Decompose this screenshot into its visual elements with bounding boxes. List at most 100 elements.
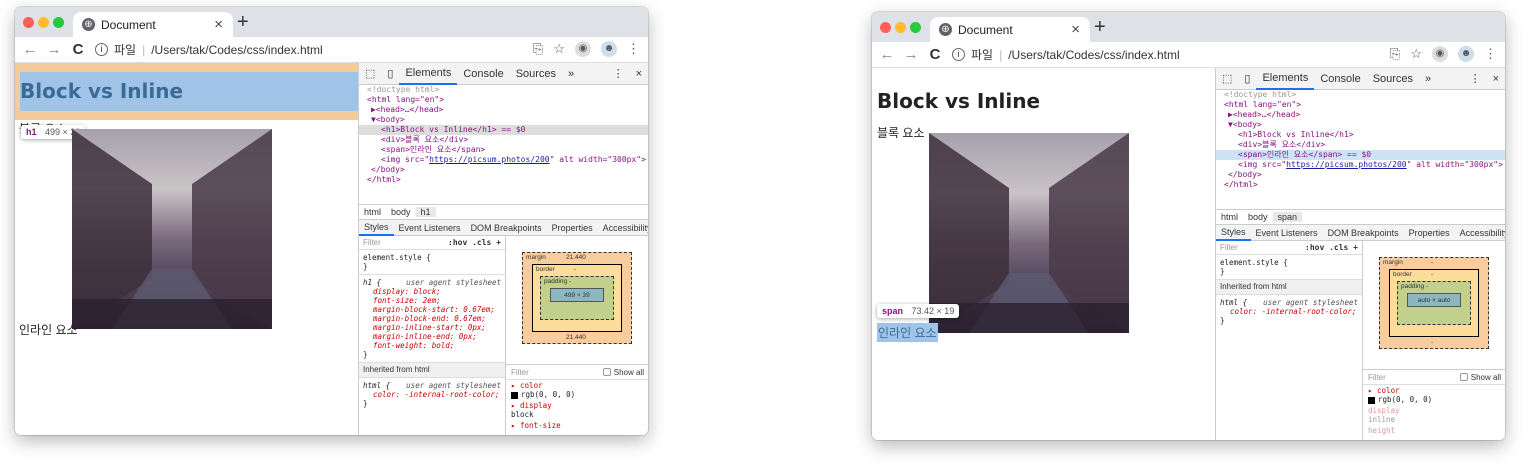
crumb-body[interactable]: body	[386, 207, 416, 217]
tab-properties[interactable]: Properties	[1404, 228, 1455, 238]
dom-node-selected[interactable]: <span>인라인 요소</span> == $0	[1216, 150, 1505, 160]
close-tab-icon[interactable]: ×	[1071, 21, 1080, 38]
maximize-window-button[interactable]	[53, 17, 64, 28]
dom-node-selected[interactable]: <h1>Block vs Inline</h1> == $0	[359, 125, 648, 135]
dom-node[interactable]: ▶<head>…</head>	[1216, 110, 1505, 120]
dom-node[interactable]: </html>	[1216, 180, 1505, 190]
more-tabs-button[interactable]: »	[562, 68, 580, 80]
profile-avatar-icon[interactable]: ☻	[601, 41, 617, 57]
bookmark-star-icon[interactable]: ☆	[1410, 46, 1422, 62]
extension-icon[interactable]: ◉	[1432, 46, 1448, 62]
styles-filter[interactable]: Filter:hov .cls +	[359, 236, 505, 250]
browser-tab[interactable]: ⊕ Document ×	[73, 12, 233, 37]
menu-kebab-icon[interactable]: ⋮	[627, 41, 640, 57]
forward-arrow-icon[interactable]: →	[902, 46, 920, 63]
tab-sources[interactable]: Sources	[510, 68, 562, 80]
dom-node[interactable]: <html lang="en">	[1216, 100, 1505, 110]
tab-styles[interactable]: Styles	[359, 220, 394, 236]
tab-properties[interactable]: Properties	[547, 223, 598, 233]
device-toggle-icon[interactable]: ▯	[381, 67, 399, 80]
minimize-window-button[interactable]	[38, 17, 49, 28]
dom-node[interactable]: <!doctype html>	[1216, 90, 1505, 100]
translate-icon[interactable]: ⎘	[533, 41, 543, 57]
crumb-html[interactable]: html	[1216, 212, 1243, 222]
dom-node[interactable]: ▶<head>…</head>	[359, 105, 648, 115]
show-all-checkbox[interactable]: Show all	[1459, 373, 1501, 382]
minimize-window-button[interactable]	[895, 22, 906, 33]
dom-node[interactable]: <html lang="en">	[359, 95, 648, 105]
crumb-span[interactable]: span	[1272, 212, 1303, 222]
dom-node[interactable]: ▼<body>	[1216, 120, 1505, 130]
computed-prop[interactable]: ▸ font-size	[506, 420, 648, 431]
dom-node[interactable]: <div>블록 요소</div>	[359, 135, 648, 145]
tab-accessibility[interactable]: Accessibility	[1455, 228, 1505, 238]
browser-tab[interactable]: ⊕ Document ×	[930, 17, 1090, 42]
info-icon[interactable]: i	[952, 48, 965, 61]
hov-cls-buttons[interactable]: :hov .cls +	[1305, 243, 1358, 253]
maximize-window-button[interactable]	[910, 22, 921, 33]
back-arrow-icon[interactable]: ←	[878, 46, 896, 63]
close-tab-icon[interactable]: ×	[214, 16, 223, 33]
address-bar[interactable]: i 파일 | /Users/tak/Codes/css/index.html	[952, 46, 1180, 63]
computed-prop[interactable]: ▸ display block	[506, 400, 648, 420]
dom-node[interactable]: </html>	[359, 175, 648, 185]
dom-node[interactable]: <div>블록 요소</div>	[1216, 140, 1505, 150]
styles-filter[interactable]: Filter:hov .cls +	[1216, 241, 1362, 255]
tab-sources[interactable]: Sources	[1367, 73, 1419, 85]
devtools-close-icon[interactable]: ×	[630, 68, 648, 80]
computed-prop[interactable]: ▸ color rgb(0, 0, 0)	[506, 380, 648, 400]
inspect-element-icon[interactable]: ⬚	[1216, 72, 1238, 85]
show-all-checkbox[interactable]: Show all	[602, 368, 644, 377]
img-src-link[interactable]: https://picsum.photos/200	[1286, 160, 1406, 169]
reload-icon[interactable]: C	[926, 46, 944, 63]
extension-icon[interactable]: ◉	[575, 41, 591, 57]
close-window-button[interactable]	[23, 17, 34, 28]
device-toggle-icon[interactable]: ▯	[1238, 72, 1256, 85]
dom-node[interactable]: ▼<body>	[359, 115, 648, 125]
dom-node[interactable]: </body>	[359, 165, 648, 175]
devtools-close-icon[interactable]: ×	[1487, 73, 1505, 85]
translate-icon[interactable]: ⎘	[1390, 46, 1400, 62]
tab-dom-breakpoints[interactable]: DOM Breakpoints	[1323, 228, 1404, 238]
computed-prop[interactable]: ▸ color rgb(0, 0, 0)	[1363, 385, 1505, 405]
tab-event-listeners[interactable]: Event Listeners	[1251, 228, 1323, 238]
devtools-menu-icon[interactable]: ⋮	[1464, 72, 1487, 85]
computed-filter[interactable]: Filter Show all	[506, 364, 648, 380]
new-tab-button[interactable]: +	[1094, 16, 1106, 39]
new-tab-button[interactable]: +	[237, 11, 249, 34]
dom-node-img[interactable]: <img src="https://picsum.photos/200" alt…	[359, 155, 648, 165]
dom-node[interactable]: </body>	[1216, 170, 1505, 180]
tab-event-listeners[interactable]: Event Listeners	[394, 223, 466, 233]
tab-elements[interactable]: Elements	[1256, 68, 1315, 90]
dom-node[interactable]: <h1>Block vs Inline</h1>	[1216, 130, 1505, 140]
tab-accessibility[interactable]: Accessibility	[598, 223, 648, 233]
tab-console[interactable]: Console	[1314, 73, 1366, 85]
computed-prop[interactable]: display inline	[1363, 405, 1505, 425]
crumb-body[interactable]: body	[1243, 212, 1273, 222]
tab-dom-breakpoints[interactable]: DOM Breakpoints	[466, 223, 547, 233]
profile-avatar-icon[interactable]: ☻	[1458, 46, 1474, 62]
dom-node-img[interactable]: <img src="https://picsum.photos/200" alt…	[1216, 160, 1505, 170]
hov-cls-buttons[interactable]: :hov .cls +	[448, 238, 501, 248]
computed-prop[interactable]: height	[1363, 425, 1505, 436]
crumb-h1[interactable]: h1	[415, 207, 436, 217]
back-arrow-icon[interactable]: ←	[21, 41, 39, 58]
dom-node[interactable]: <span>인라인 요소</span>	[359, 145, 648, 155]
forward-arrow-icon[interactable]: →	[45, 41, 63, 58]
close-window-button[interactable]	[880, 22, 891, 33]
address-bar[interactable]: i 파일 | /Users/tak/Codes/css/index.html	[95, 41, 323, 58]
tab-elements[interactable]: Elements	[399, 63, 458, 85]
tab-console[interactable]: Console	[457, 68, 509, 80]
bookmark-star-icon[interactable]: ☆	[553, 41, 565, 57]
reload-icon[interactable]: C	[69, 41, 87, 58]
menu-kebab-icon[interactable]: ⋮	[1484, 46, 1497, 62]
inspect-element-icon[interactable]: ⬚	[359, 67, 381, 80]
tab-styles[interactable]: Styles	[1216, 225, 1251, 241]
devtools-menu-icon[interactable]: ⋮	[607, 67, 630, 80]
computed-filter[interactable]: Filter Show all	[1363, 369, 1505, 385]
img-src-link[interactable]: https://picsum.photos/200	[429, 155, 549, 164]
crumb-html[interactable]: html	[359, 207, 386, 217]
info-icon[interactable]: i	[95, 43, 108, 56]
dom-node[interactable]: <!doctype html>	[359, 85, 648, 95]
more-tabs-button[interactable]: »	[1419, 73, 1437, 85]
